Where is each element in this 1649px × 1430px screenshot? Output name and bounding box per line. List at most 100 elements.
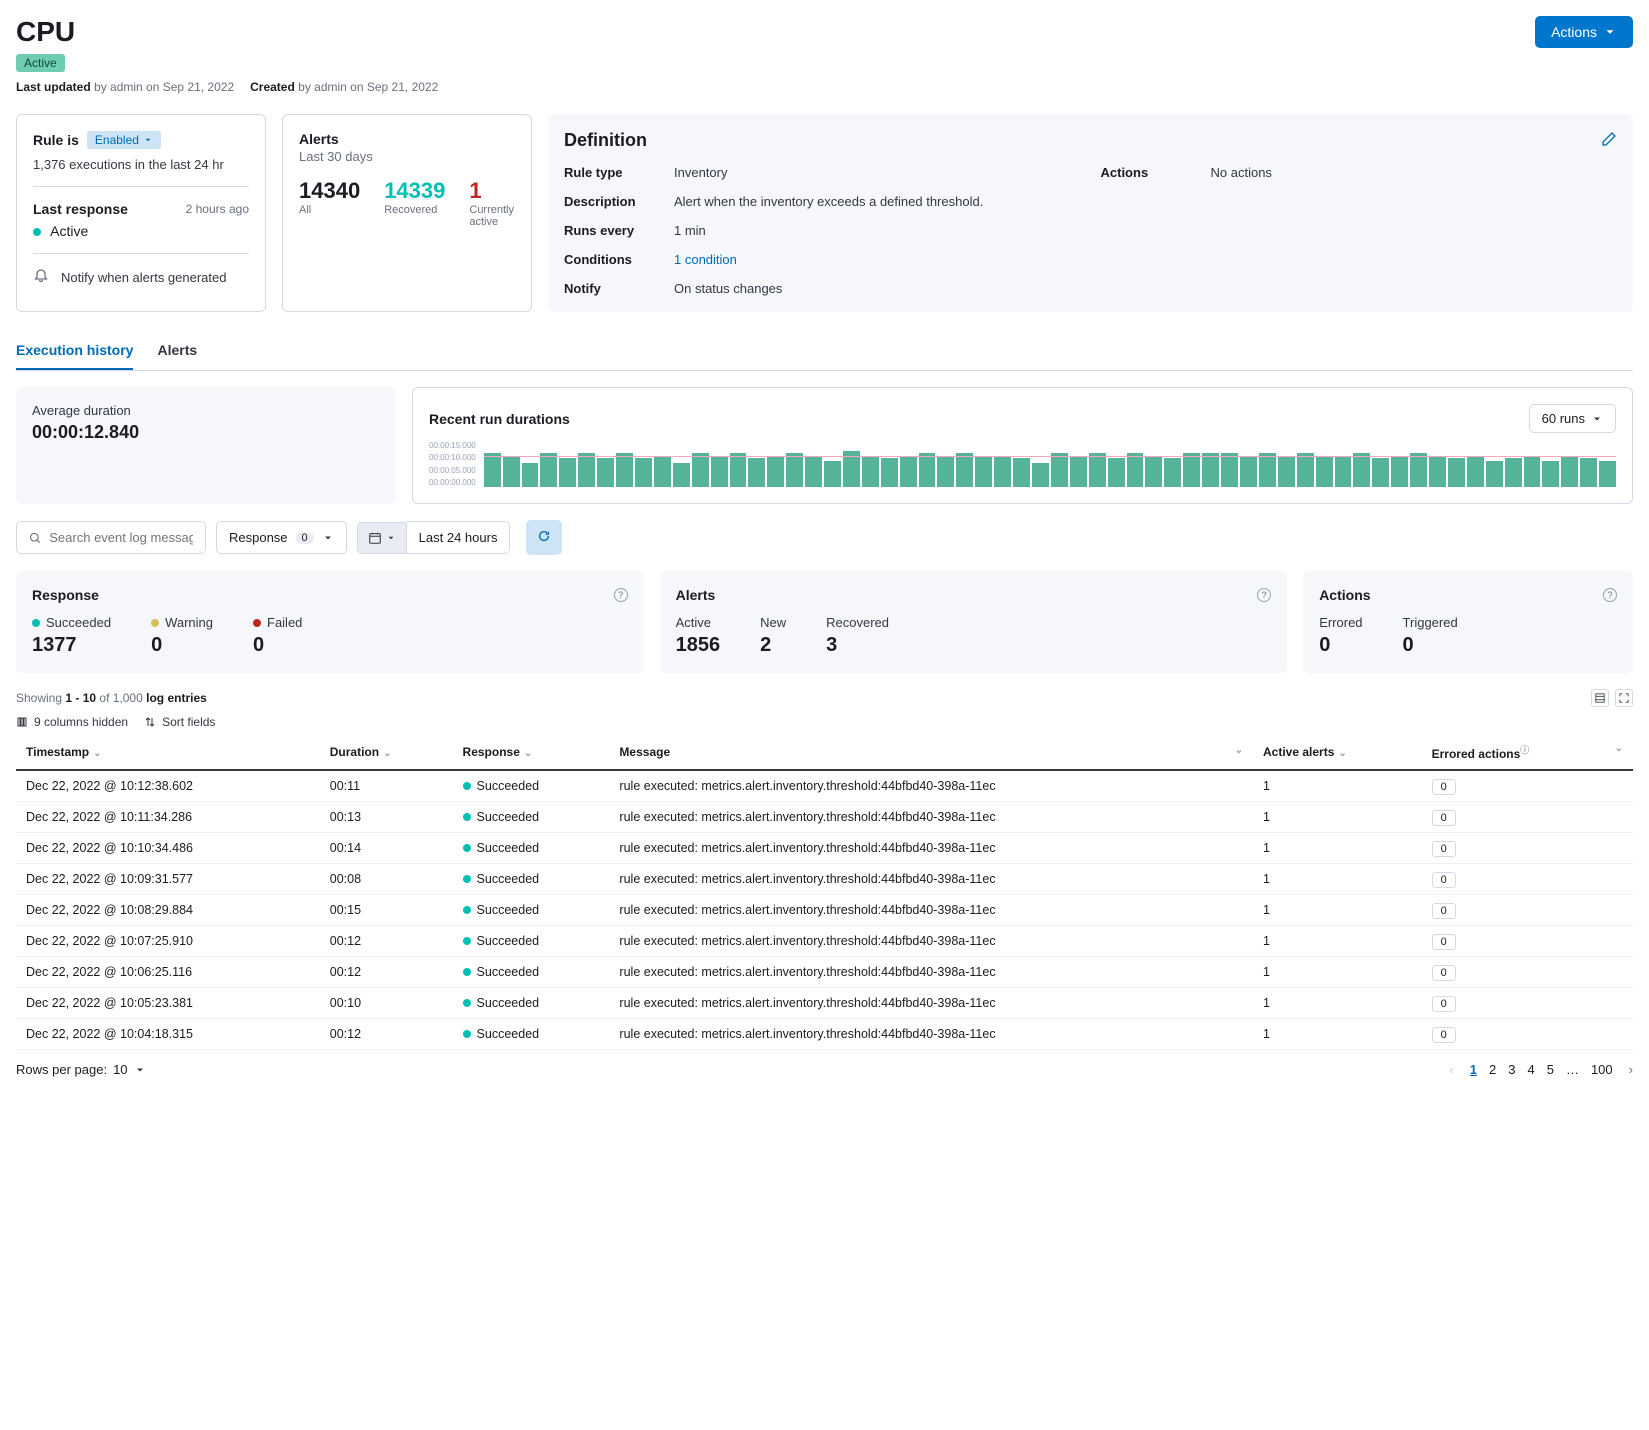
col-response[interactable]: Response⌄ — [453, 735, 610, 770]
alerts-active: 1 Currently active — [469, 178, 515, 228]
edit-icon[interactable] — [1601, 131, 1617, 150]
executions-count: 1,376 executions in the last 24 hr — [33, 157, 249, 172]
col-errored-actions[interactable]: Errored actionsⓘ⌄ — [1422, 735, 1633, 770]
created-meta: Created by admin on Sep 21, 2022 — [250, 80, 438, 94]
cell-duration: 00:11 — [320, 770, 453, 802]
chart-bar — [767, 456, 784, 487]
cell-errored: 0 — [1422, 833, 1633, 864]
actions-stats-title: Actions — [1319, 587, 1370, 603]
table-row[interactable]: Dec 22, 2022 @ 10:04:18.315 00:12 Succee… — [16, 1019, 1633, 1050]
chart-bar — [1429, 456, 1446, 487]
fullscreen-icon[interactable] — [1615, 689, 1633, 707]
search-input[interactable] — [49, 530, 193, 545]
stat-alerts-new: New 2 — [760, 615, 786, 657]
table-row[interactable]: Dec 22, 2022 @ 10:07:25.910 00:12 Succee… — [16, 926, 1633, 957]
columns-icon — [16, 716, 28, 728]
chevron-down-icon — [1603, 25, 1617, 39]
chart-bar — [1183, 453, 1200, 487]
alerts-card-title: Alerts — [299, 131, 515, 147]
actions-button[interactable]: Actions — [1535, 16, 1633, 48]
chart-bar — [1278, 456, 1295, 487]
density-icon[interactable] — [1591, 689, 1609, 707]
chart-bar — [805, 456, 822, 487]
def-conditions-value[interactable]: 1 condition — [674, 252, 1081, 267]
help-icon[interactable]: ? — [614, 588, 628, 602]
table-row[interactable]: Dec 22, 2022 @ 10:12:38.602 00:11 Succee… — [16, 770, 1633, 802]
sort-fields-button[interactable]: Sort fields — [144, 715, 215, 729]
def-notify-label: Notify — [564, 281, 654, 296]
page-number[interactable]: 3 — [1502, 1060, 1521, 1079]
chart-bar — [1089, 453, 1106, 487]
def-description-label: Description — [564, 194, 654, 209]
next-page[interactable]: › — [1629, 1062, 1633, 1077]
refresh-icon — [537, 529, 551, 543]
date-range-display[interactable]: Last 24 hours — [407, 521, 511, 554]
cell-errored: 0 — [1422, 770, 1633, 802]
col-message[interactable]: Message⌄ — [609, 735, 1253, 770]
search-box[interactable] — [16, 521, 206, 554]
help-icon[interactable]: ? — [1603, 588, 1617, 602]
cell-duration: 00:08 — [320, 864, 453, 895]
cell-response: Succeeded — [453, 988, 610, 1019]
chart-bar — [692, 453, 709, 487]
col-timestamp[interactable]: Timestamp⌄ — [16, 735, 320, 770]
page-number[interactable]: 5 — [1541, 1060, 1560, 1079]
def-rule-type-value: Inventory — [674, 165, 1081, 180]
last-response-status: Active — [33, 223, 249, 239]
stat-alerts-active: Active 1856 — [676, 615, 721, 657]
enabled-toggle[interactable]: Enabled — [87, 131, 161, 149]
cell-timestamp: Dec 22, 2022 @ 10:09:31.577 — [16, 864, 320, 895]
pagination: ‹ 12345…100 › — [1449, 1062, 1633, 1077]
page-number[interactable]: 4 — [1521, 1060, 1540, 1079]
chart-bar — [1335, 456, 1352, 487]
date-picker-button[interactable] — [357, 522, 407, 554]
refresh-button[interactable] — [526, 520, 562, 555]
cell-active-alerts: 1 — [1253, 802, 1422, 833]
chart-bar — [1372, 458, 1389, 487]
chart-bar — [1108, 458, 1125, 487]
chevron-down-icon — [386, 533, 396, 543]
runs-select[interactable]: 60 runs — [1529, 404, 1616, 433]
cell-errored: 0 — [1422, 802, 1633, 833]
run-durations-chart: Recent run durations 60 runs 00:00:15.00… — [412, 387, 1633, 504]
page-number[interactable]: … — [1560, 1060, 1585, 1079]
chart-bar — [484, 453, 501, 487]
cell-errored: 0 — [1422, 926, 1633, 957]
chart-bar — [1580, 458, 1597, 487]
rule-status-card: Rule is Enabled 1,376 executions in the … — [16, 114, 266, 312]
cell-active-alerts: 1 — [1253, 770, 1422, 802]
definition-title: Definition — [564, 130, 647, 151]
page-number[interactable]: 100 — [1585, 1060, 1619, 1079]
columns-hidden-button[interactable]: 9 columns hidden — [16, 715, 128, 729]
last-updated-meta: Last updated by admin on Sep 21, 2022 — [16, 80, 234, 94]
chart-bar — [730, 453, 747, 487]
table-row[interactable]: Dec 22, 2022 @ 10:08:29.884 00:15 Succee… — [16, 895, 1633, 926]
page-number[interactable]: 1 — [1464, 1060, 1483, 1079]
cell-message: rule executed: metrics.alert.inventory.t… — [609, 833, 1253, 864]
chart-bar — [673, 463, 690, 487]
cell-duration: 00:12 — [320, 1019, 453, 1050]
table-row[interactable]: Dec 22, 2022 @ 10:06:25.116 00:12 Succee… — [16, 957, 1633, 988]
help-icon[interactable]: ? — [1257, 588, 1271, 602]
status-badge: Active — [16, 54, 65, 72]
page-number[interactable]: 2 — [1483, 1060, 1502, 1079]
chart-bar — [1297, 453, 1314, 487]
chart-bar — [654, 456, 671, 487]
alerts-recovered: 14339 Recovered — [384, 178, 445, 228]
tab-execution-history[interactable]: Execution history — [16, 332, 133, 370]
response-filter[interactable]: Response 0 — [216, 521, 347, 554]
rows-per-page[interactable]: Rows per page: 10 — [16, 1062, 146, 1077]
chart-bar — [1316, 456, 1333, 487]
chart-bar — [1240, 456, 1257, 487]
table-row[interactable]: Dec 22, 2022 @ 10:09:31.577 00:08 Succee… — [16, 864, 1633, 895]
prev-page[interactable]: ‹ — [1449, 1062, 1453, 1077]
table-row[interactable]: Dec 22, 2022 @ 10:11:34.286 00:13 Succee… — [16, 802, 1633, 833]
cell-duration: 00:12 — [320, 926, 453, 957]
table-row[interactable]: Dec 22, 2022 @ 10:10:34.486 00:14 Succee… — [16, 833, 1633, 864]
table-row[interactable]: Dec 22, 2022 @ 10:05:23.381 00:10 Succee… — [16, 988, 1633, 1019]
col-duration[interactable]: Duration⌄ — [320, 735, 453, 770]
alerts-card-subtitle: Last 30 days — [299, 149, 515, 164]
col-active-alerts[interactable]: Active alerts⌄ — [1253, 735, 1422, 770]
cell-timestamp: Dec 22, 2022 @ 10:04:18.315 — [16, 1019, 320, 1050]
tab-alerts[interactable]: Alerts — [157, 332, 197, 370]
